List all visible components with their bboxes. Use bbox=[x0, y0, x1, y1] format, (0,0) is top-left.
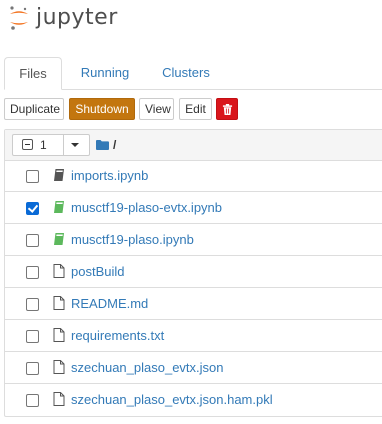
file-icon bbox=[53, 264, 65, 278]
file-icon bbox=[53, 360, 65, 374]
file-name-link[interactable]: szechuan_plaso_evtx.json bbox=[71, 352, 224, 384]
file-icon bbox=[53, 296, 65, 310]
edit-button[interactable]: Edit bbox=[179, 98, 212, 120]
select-all-dropdown[interactable]: 1 bbox=[12, 134, 90, 156]
folder-icon[interactable] bbox=[96, 140, 109, 150]
breadcrumb-root[interactable]: / bbox=[113, 138, 116, 152]
view-button[interactable]: View bbox=[139, 98, 174, 120]
jupyter-logo[interactable]: jupyter bbox=[8, 4, 118, 32]
trash-icon bbox=[222, 104, 232, 115]
breadcrumb: / bbox=[96, 137, 116, 153]
notebook-icon bbox=[54, 201, 64, 213]
list-item[interactable]: szechuan_plaso_evtx.json.ham.pkl bbox=[5, 384, 382, 416]
delete-button[interactable] bbox=[216, 98, 238, 120]
notebook-icon bbox=[54, 233, 64, 245]
file-name-link[interactable]: szechuan_plaso_evtx.json.ham.pkl bbox=[71, 384, 273, 416]
file-name-link[interactable]: README.md bbox=[71, 288, 148, 320]
row-checkbox[interactable] bbox=[26, 170, 39, 183]
row-checkbox[interactable] bbox=[26, 330, 39, 343]
row-checkbox[interactable] bbox=[26, 298, 39, 311]
select-all-checkbox[interactable] bbox=[22, 139, 33, 150]
tab-running[interactable]: Running bbox=[66, 57, 144, 88]
chevron-down-icon[interactable] bbox=[71, 143, 79, 147]
file-name-link[interactable]: musctf19-plaso-evtx.ipynb bbox=[71, 192, 222, 224]
duplicate-button[interactable]: Duplicate bbox=[4, 98, 64, 120]
file-list-header: 1 / bbox=[5, 130, 382, 161]
file-name-link[interactable]: postBuild bbox=[71, 256, 124, 288]
logo-text: jupyter bbox=[36, 5, 118, 30]
row-checkbox[interactable] bbox=[26, 202, 39, 215]
file-list-panel: 1 / imports.ipynb musctf19-plaso-evtx.ip… bbox=[4, 129, 382, 417]
row-checkbox[interactable] bbox=[26, 362, 39, 375]
row-checkbox[interactable] bbox=[26, 394, 39, 407]
file-name-link[interactable]: requirements.txt bbox=[71, 320, 164, 352]
file-icon bbox=[53, 392, 65, 406]
row-checkbox[interactable] bbox=[26, 266, 39, 279]
shutdown-button[interactable]: Shutdown bbox=[69, 98, 135, 120]
tab-bar: Files Running Clusters bbox=[4, 57, 382, 90]
jupyter-logo-icon bbox=[10, 6, 28, 30]
list-item[interactable]: musctf19-plaso.ipynb bbox=[5, 224, 382, 256]
list-item[interactable]: postBuild bbox=[5, 256, 382, 288]
file-name-link[interactable]: musctf19-plaso.ipynb bbox=[71, 224, 194, 256]
list-item[interactable]: README.md bbox=[5, 288, 382, 320]
list-item[interactable]: musctf19-plaso-evtx.ipynb bbox=[5, 192, 382, 224]
tab-files[interactable]: Files bbox=[4, 57, 62, 90]
notebook-icon bbox=[54, 169, 64, 181]
list-item[interactable]: imports.ipynb bbox=[5, 160, 382, 192]
row-checkbox[interactable] bbox=[26, 234, 39, 247]
list-item[interactable]: requirements.txt bbox=[5, 320, 382, 352]
file-icon bbox=[53, 328, 65, 342]
file-name-link[interactable]: imports.ipynb bbox=[71, 160, 148, 192]
list-item[interactable]: szechuan_plaso_evtx.json bbox=[5, 352, 382, 384]
header: jupyter bbox=[0, 0, 382, 40]
selected-count: 1 bbox=[40, 138, 47, 152]
select-divider bbox=[63, 135, 64, 155]
tab-clusters[interactable]: Clusters bbox=[150, 57, 222, 88]
